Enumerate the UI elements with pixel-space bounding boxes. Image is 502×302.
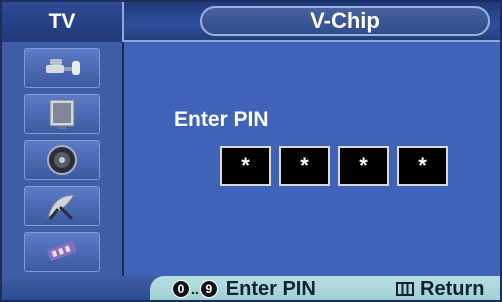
tv-tab[interactable]: TV: [2, 2, 124, 42]
sidebar-item-setup[interactable]: [24, 232, 100, 272]
enter-pin-hint: 0 .. 9 Enter PIN: [172, 278, 316, 301]
vchip-screen: TV V-Chip Enter PIN * * * * 0 .. 9 Enter…: [0, 0, 502, 302]
page-title: V-Chip: [200, 6, 490, 36]
number-range-separator: ..: [191, 281, 199, 297]
header-bar: TV V-Chip: [2, 2, 500, 42]
pin-digit-1[interactable]: *: [220, 146, 271, 186]
menu-icon: [396, 282, 414, 296]
pin-digit-3[interactable]: *: [338, 146, 389, 186]
page-title-text: V-Chip: [310, 8, 380, 33]
sidebar-item-channel[interactable]: [24, 186, 100, 226]
pin-digit-4[interactable]: *: [397, 146, 448, 186]
sidebar-item-picture[interactable]: [24, 94, 100, 134]
number-0-icon: 0: [172, 280, 190, 298]
sidebar-item-input[interactable]: [24, 48, 100, 88]
footer-bar: 0 .. 9 Enter PIN Return: [2, 276, 500, 301]
pin-digit-2[interactable]: *: [279, 146, 330, 186]
sound-speaker-icon: [47, 145, 77, 175]
number-9-icon: 9: [199, 280, 218, 298]
picture-icon: [49, 99, 75, 129]
setup-icon: [47, 241, 77, 261]
enter-pin-hint-label: Enter PIN: [225, 277, 316, 300]
tv-tab-label: TV: [48, 10, 76, 33]
return-hint-label: Return: [420, 277, 485, 300]
enter-pin-label: Enter PIN: [174, 108, 269, 131]
sidebar: [2, 42, 124, 276]
return-hint[interactable]: Return: [396, 278, 484, 301]
channel-antenna-icon: [47, 194, 75, 221]
input-plug-icon: [46, 59, 80, 75]
sidebar-item-sound[interactable]: [24, 140, 100, 180]
footer-hints: 0 .. 9 Enter PIN Return: [150, 276, 500, 301]
